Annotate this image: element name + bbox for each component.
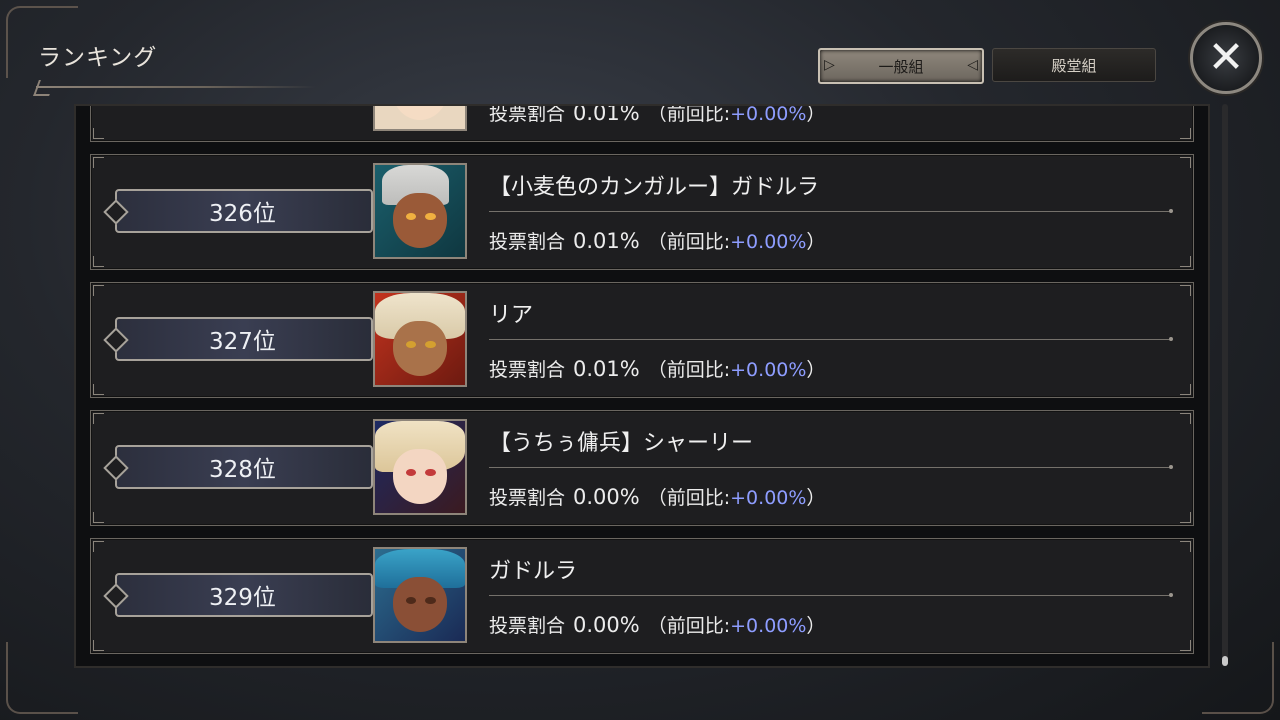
tab-arrow-left-icon: ▷ (824, 57, 835, 73)
row-corner-ornament (93, 285, 104, 296)
vote-delta-value: +0.00% (730, 487, 807, 509)
close-icon: ✕ (1207, 32, 1245, 83)
row-corner-ornament (1180, 256, 1191, 267)
page-title: ランキング (38, 45, 158, 71)
vote-share-value: 0.01% (573, 229, 640, 253)
row-corner-ornament (93, 512, 104, 523)
ranking-row-partial[interactable]: 投票割合 0.01% （前回比:+0.00%） (90, 104, 1194, 142)
vote-stats: 投票割合 0.01% （前回比:+0.00%） (489, 357, 826, 381)
vote-delta-value: +0.00% (730, 231, 807, 253)
character-name: リア (489, 303, 534, 328)
ranking-row[interactable]: 326位 【小麦色のカンガルー】ガドルラ 投票割合 0.01% （前回比:+0.00… (90, 154, 1194, 270)
vote-share-value: 0.01% (573, 357, 640, 381)
row-corner-ornament (1180, 413, 1191, 424)
vote-stats: 投票割合 0.01% （前回比:+0.00%） (489, 104, 826, 125)
row-divider (489, 337, 1173, 341)
vote-stats: 投票割合 0.00% （前回比:+0.00%） (489, 613, 826, 637)
character-name: 【小麦色のカンガルー】ガドルラ (489, 175, 820, 200)
vote-delta-value: +0.00% (730, 359, 807, 381)
vote-share-label: 投票割合 (489, 487, 566, 509)
vote-share-value: 0.00% (573, 485, 640, 509)
ranking-row[interactable]: 328位 【うちぅ傭兵】シャーリー 投票割合 0.00% （前回比:+0.00%） (90, 410, 1194, 526)
frame-corner-ornament (1202, 642, 1274, 714)
row-corner-ornament (93, 384, 104, 395)
row-corner-ornament (1180, 157, 1191, 168)
character-portrait (373, 419, 467, 515)
row-divider (489, 593, 1173, 597)
character-name: ガドルラ (489, 559, 578, 584)
rank-badge: 326位 (115, 189, 373, 233)
scrollbar[interactable] (1222, 104, 1228, 666)
ranking-list[interactable]: 投票割合 0.01% （前回比:+0.00%） 326位 【小麦色のカンガルー】ガド… (74, 104, 1210, 668)
row-corner-ornament (1180, 512, 1191, 523)
vote-stats: 投票割合 0.00% （前回比:+0.00%） (489, 485, 826, 509)
row-corner-ornament (1180, 128, 1191, 139)
tab-arrow-right-icon: ◁ (967, 57, 978, 73)
row-corner-ornament (93, 640, 104, 651)
rank-badge: 328位 (115, 445, 373, 489)
vote-share-label: 投票割合 (489, 359, 566, 381)
ranking-row[interactable]: 327位 リア 投票割合 0.01% （前回比:+0.00%） (90, 282, 1194, 398)
row-divider (489, 209, 1173, 213)
tab-hall-of-fame-group[interactable]: 殿堂組 (992, 48, 1156, 82)
character-portrait (373, 163, 467, 259)
character-portrait (373, 106, 467, 131)
rank-badge: 329位 (115, 573, 373, 617)
ranking-row[interactable]: 329位 ガドルラ 投票割合 0.00% （前回比:+0.00%） (90, 538, 1194, 654)
row-corner-ornament (1180, 640, 1191, 651)
row-divider (489, 465, 1173, 469)
row-corner-ornament (93, 256, 104, 267)
title-underline-ornament (36, 86, 316, 88)
row-corner-ornament (1180, 384, 1191, 395)
tab-general-group[interactable]: ▷ 一般組 ◁ (818, 48, 984, 84)
close-button[interactable]: ✕ (1190, 22, 1262, 94)
scrollbar-thumb[interactable] (1222, 656, 1228, 666)
tab-label: 殿堂組 (1051, 56, 1097, 75)
vote-share-value: 0.00% (573, 613, 640, 637)
character-portrait (373, 547, 467, 643)
rank-badge: 327位 (115, 317, 373, 361)
row-corner-ornament (93, 413, 104, 424)
row-corner-ornament (93, 157, 104, 168)
row-corner-ornament (93, 541, 104, 552)
tab-label: 一般組 (878, 57, 924, 76)
row-corner-ornament (1180, 541, 1191, 552)
row-corner-ornament (93, 128, 104, 139)
row-corner-ornament (1180, 285, 1191, 296)
vote-share-label: 投票割合 (489, 615, 566, 637)
character-portrait (373, 291, 467, 387)
vote-share-label: 投票割合 (489, 231, 566, 253)
vote-stats: 投票割合 0.01% （前回比:+0.00%） (489, 229, 826, 253)
vote-delta-value: +0.00% (730, 615, 807, 637)
frame-corner-ornament (6, 642, 78, 714)
character-name: 【うちぅ傭兵】シャーリー (489, 431, 754, 456)
